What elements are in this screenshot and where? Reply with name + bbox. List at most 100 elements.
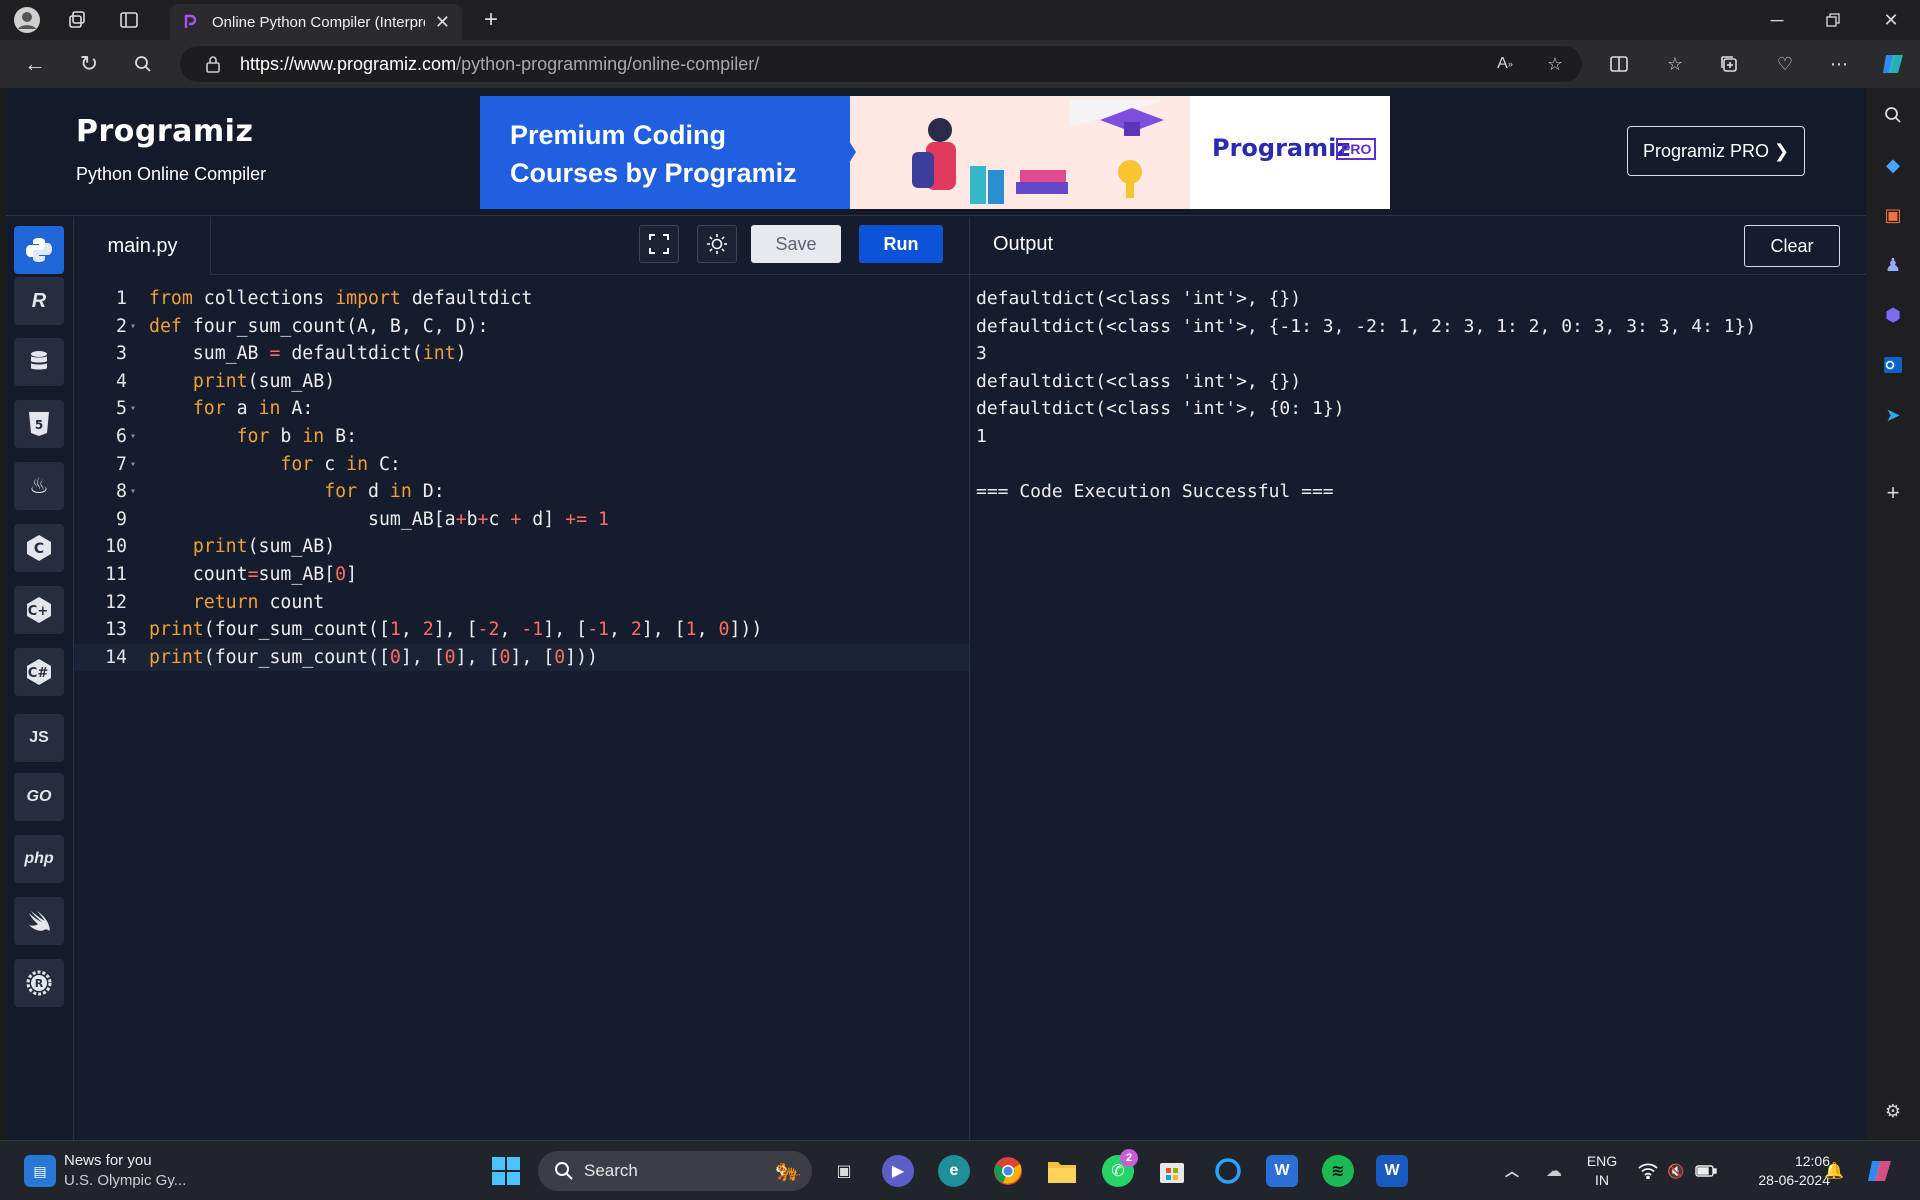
search-icon[interactable] <box>128 49 158 79</box>
code-text: print(sum_AB) <box>192 370 336 392</box>
theme-toggle-sun-icon[interactable] <box>697 225 737 263</box>
fold-arrow-icon[interactable]: ▾ <box>130 478 136 506</box>
line-number: 3 <box>116 343 127 365</box>
task-view-icon[interactable]: ▣ <box>828 1155 860 1187</box>
lang-python-icon[interactable] <box>14 226 64 274</box>
close-window-icon[interactable]: ✕ <box>1876 5 1906 35</box>
collections-icon[interactable] <box>1714 49 1744 79</box>
tab-actions-icon[interactable] <box>114 5 144 35</box>
copilot-icon[interactable] <box>1878 49 1908 79</box>
fullscreen-icon[interactable] <box>639 225 679 263</box>
news-subtitle[interactable]: U.S. Olympic Gy... <box>64 1172 186 1190</box>
code-line[interactable]: 9 sum_AB[a+b+c + d] += 1 <box>75 506 969 534</box>
code-line[interactable]: 6 ▾ for b in B: <box>75 423 969 451</box>
battery-icon[interactable] <box>1690 1155 1722 1187</box>
code-line[interactable]: 8 ▾ for d in D: <box>75 478 969 506</box>
webstorm-icon[interactable]: W <box>1266 1155 1298 1187</box>
games-icon[interactable]: ♟ <box>1878 250 1908 280</box>
edge-browser-icon[interactable]: e <box>938 1155 970 1187</box>
lang-html-icon[interactable]: 5 <box>14 400 64 448</box>
code-line[interactable]: 5 ▾ for a in A: <box>75 395 969 423</box>
chrome-icon[interactable] <box>992 1155 1024 1187</box>
teams-chat-icon[interactable]: ▶ <box>882 1155 914 1187</box>
code-area[interactable]: 1 from collections import defaultdict 2 ▾ de… <box>75 285 969 672</box>
start-icon[interactable] <box>490 1155 522 1187</box>
lang-java-icon[interactable]: ♨ <box>14 462 64 510</box>
add-sidebar-app-icon[interactable]: + <box>1878 478 1908 508</box>
code-line[interactable]: 2 ▾ def four_sum_count(A, B, C, D): <box>75 313 969 341</box>
favorite-star-icon[interactable]: ☆ <box>1540 49 1570 79</box>
copilot-taskbar-icon[interactable] <box>1864 1155 1896 1187</box>
file-tab-main-py[interactable]: main.py <box>75 217 211 275</box>
profile-icon[interactable] <box>12 5 42 35</box>
clear-button[interactable]: Clear <box>1744 225 1840 267</box>
shopping-tag-icon[interactable]: ◆ <box>1878 150 1908 180</box>
lang-javascript-icon[interactable]: JS <box>14 714 64 762</box>
clock-time[interactable]: 12:06 <box>1730 1152 1830 1170</box>
code-line[interactable]: 4 print(sum_AB) <box>75 368 969 396</box>
volume-muted-icon[interactable]: 🔇 <box>1660 1155 1692 1187</box>
fold-arrow-icon[interactable]: ▾ <box>130 395 136 423</box>
notifications-bell-icon[interactable]: 🔔 <box>1818 1155 1850 1187</box>
lang-csharp-icon[interactable]: C# <box>14 648 64 696</box>
file-explorer-icon[interactable] <box>1046 1155 1078 1187</box>
workspaces-icon[interactable] <box>62 5 92 35</box>
word-icon[interactable]: W <box>1376 1155 1408 1187</box>
lang-go-icon[interactable]: GO <box>14 773 64 821</box>
split-screen-icon[interactable] <box>1604 49 1634 79</box>
minimize-icon[interactable]: ─ <box>1762 5 1792 35</box>
refresh-icon[interactable]: ↻ <box>74 49 104 79</box>
sidebar-settings-icon[interactable]: ⚙ <box>1878 1096 1908 1126</box>
lang-rust-icon[interactable]: R <box>14 959 64 1007</box>
lang-cpp-icon[interactable]: C+ <box>14 586 64 634</box>
read-aloud-icon[interactable]: A» <box>1490 49 1520 79</box>
onedrive-status-icon[interactable]: ☁ <box>1538 1155 1570 1187</box>
code-editor-panel: main.py Save Run 1 from collections impor… <box>75 217 969 1140</box>
sidebar-search-icon[interactable] <box>1878 100 1908 130</box>
code-line[interactable]: 3 sum_AB = defaultdict(int) <box>75 340 969 368</box>
programiz-pro-button[interactable]: Programiz PRO ❯ <box>1627 126 1805 176</box>
microsoft365-icon[interactable]: ⬢ <box>1878 300 1908 330</box>
code-line[interactable]: 7 ▾ for c in C: <box>75 451 969 479</box>
fold-arrow-icon[interactable]: ▾ <box>130 313 136 341</box>
lang-c-icon[interactable]: C <box>14 524 64 572</box>
code-line[interactable]: 1 from collections import defaultdict <box>75 285 969 313</box>
cortana-ring-icon[interactable] <box>1212 1155 1244 1187</box>
browser-essentials-icon[interactable]: ♡ <box>1770 49 1800 79</box>
close-tab-icon[interactable]: ✕ <box>435 12 450 33</box>
code-line[interactable]: 14 print(four_sum_count([0], [0], [0], [0… <box>75 643 969 672</box>
input-language-top[interactable]: ENG <box>1582 1152 1622 1170</box>
lang-sql-icon[interactable] <box>14 338 64 386</box>
fold-arrow-icon[interactable]: ▾ <box>130 451 136 479</box>
favorites-icon[interactable]: ☆ <box>1660 49 1690 79</box>
outlook-icon[interactable] <box>1878 350 1908 380</box>
spotify-icon[interactable]: ≋ <box>1322 1155 1354 1187</box>
promo-banner[interactable]: Premium Coding Courses by Programiz Prog… <box>480 96 1390 209</box>
programiz-logo[interactable]: Programiz <box>76 114 253 149</box>
clock-date[interactable]: 28-06-2024 <box>1730 1171 1830 1189</box>
microsoft-store-icon[interactable] <box>1156 1155 1188 1187</box>
tools-icon[interactable]: ▣ <box>1878 200 1908 230</box>
url-field[interactable]: https://www.programiz.com/python-program… <box>180 46 1582 82</box>
lang-php-icon[interactable]: php <box>14 835 64 883</box>
restore-icon[interactable] <box>1818 5 1848 35</box>
run-button[interactable]: Run <box>859 225 943 263</box>
news-widget-icon[interactable]: ▤ <box>24 1155 56 1187</box>
code-line[interactable]: 13 print(four_sum_count([1, 2], [-2, -1],… <box>75 616 969 644</box>
input-language-bottom[interactable]: IN <box>1582 1171 1622 1189</box>
code-line[interactable]: 11 count=sum_AB[0] <box>75 561 969 589</box>
lang-swift-icon[interactable] <box>14 897 64 945</box>
more-options-icon[interactable]: ⋯ <box>1824 49 1854 79</box>
code-line[interactable]: 10 print(sum_AB) <box>75 533 969 561</box>
back-icon[interactable]: ← <box>20 49 50 79</box>
active-tab[interactable]: Online Python Compiler (Interpre ✕ <box>170 4 462 40</box>
save-button[interactable]: Save <box>751 225 841 263</box>
show-hidden-icons-chevron-icon[interactable]: ︿ <box>1496 1155 1528 1187</box>
new-tab-icon[interactable]: + <box>476 5 506 35</box>
lang-r-icon[interactable]: R <box>14 277 64 325</box>
taskbar-search-box[interactable]: Search 🐅 <box>538 1151 812 1191</box>
send-icon[interactable]: ➤ <box>1878 400 1908 430</box>
code-line[interactable]: 12 return count <box>75 589 969 617</box>
news-title[interactable]: News for you <box>64 1152 152 1170</box>
fold-arrow-icon[interactable]: ▾ <box>130 423 136 451</box>
